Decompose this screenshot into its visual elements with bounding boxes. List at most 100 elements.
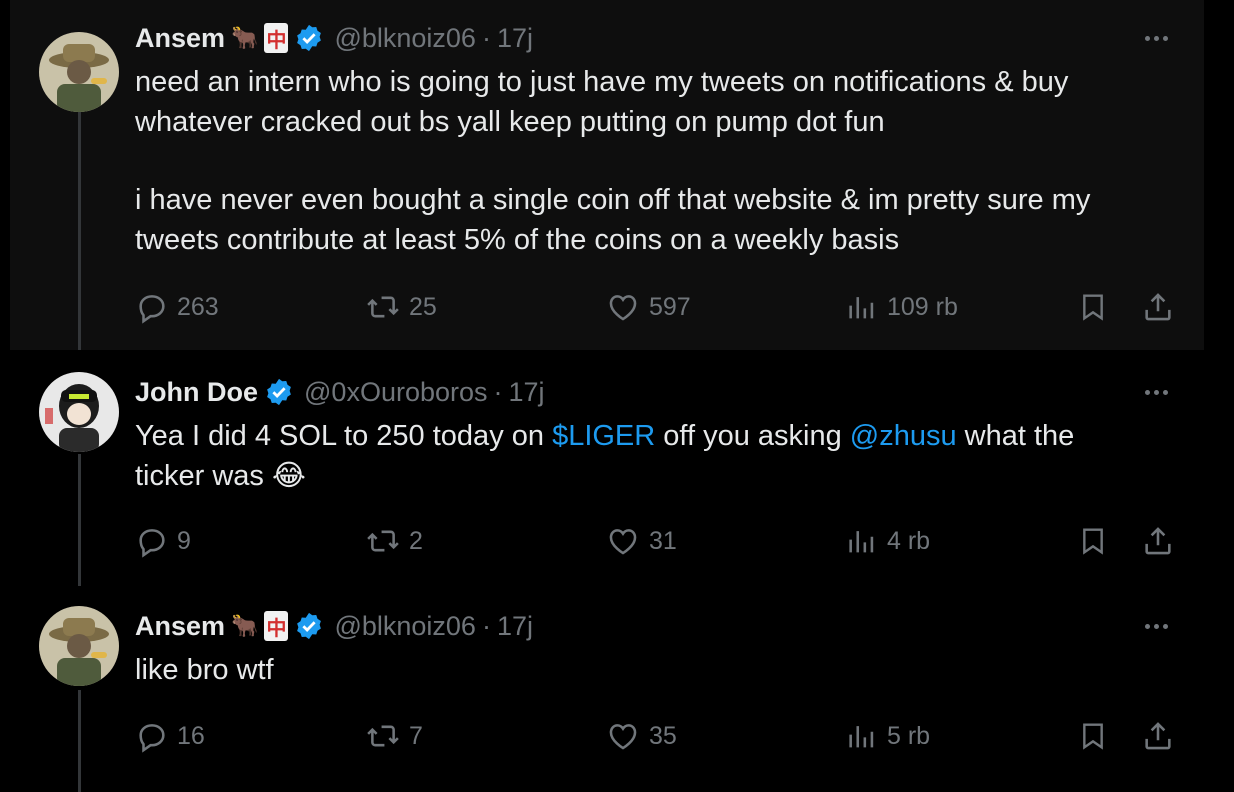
reply-button[interactable]: 263 [135,287,219,327]
like-button[interactable]: 35 [605,716,677,756]
repost-icon [367,296,399,318]
tweet-actions: 16 7 35 5 rb [135,716,1185,756]
views-icon [849,531,874,553]
tweet-header: Ansem 🐂 中 @blknoiz06 · 17j [135,608,533,644]
verified-icon [294,23,324,53]
share-button[interactable] [1141,521,1175,561]
like-icon [609,724,637,750]
repost-count: 25 [409,292,437,321]
repost-count: 7 [409,721,423,750]
views-button[interactable]: 109 rb [845,287,958,327]
mahjong-emoji: 中 [264,611,289,641]
like-count: 35 [649,721,677,750]
reply-count: 16 [177,721,205,750]
verified-icon [294,611,324,641]
text-segment: Yea I did 4 SOL to 250 today on [135,420,553,452]
views-count: 4 rb [887,526,931,555]
bookmark-button[interactable] [1077,287,1109,327]
cashtag-link[interactable]: $LIGER [552,420,655,452]
conversation-thread: Ansem 🐂 中 @blknoiz06 · 17j need an inter… [10,0,1204,792]
laughing-emoji: 😂 [271,460,306,492]
timestamp[interactable]: 17j [509,377,545,408]
share-button[interactable] [1141,287,1175,327]
like-icon [609,529,637,555]
avatar[interactable] [39,372,119,452]
like-count: 597 [649,292,691,321]
reply-button[interactable]: 16 [135,716,205,756]
repost-icon [367,530,399,552]
reply-icon [139,295,165,324]
repost-icon [367,725,399,747]
repost-button[interactable]: 2 [365,521,423,561]
author-name[interactable]: John Doe [135,377,258,408]
thread-line [78,690,81,792]
views-count: 5 rb [887,721,931,750]
tweet-header: John Doe @0xOuroboros · 17j [135,374,545,410]
share-icon [1145,527,1171,555]
separator: · [481,22,491,53]
bookmark-icon [1083,723,1103,750]
tweet[interactable]: Ansem 🐂 中 @blknoiz06 · 17j like bro wtf … [10,586,1204,792]
like-button[interactable]: 31 [605,521,677,561]
tweet-text: Yea I did 4 SOL to 250 today on $LIGER o… [135,416,1175,496]
tweet-actions: 263 25 597 109 rb [135,287,1185,327]
text-segment: what the [956,420,1075,452]
separator: · [493,376,503,407]
tweet-line: i have never even bought a single coin o… [135,184,1091,216]
views-button[interactable]: 4 rb [845,521,930,561]
bookmark-icon [1083,294,1103,321]
like-button[interactable]: 597 [605,287,691,327]
reply-count: 9 [177,526,191,555]
repost-button[interactable]: 25 [365,287,437,327]
avatar[interactable] [39,32,119,112]
tweet[interactable]: John Doe @0xOuroboros · 17j Yea I did 4 … [10,350,1204,586]
tweet-line: need an intern who is going to just have… [135,66,1069,98]
tweet-line: like bro wtf [135,654,274,686]
share-icon [1145,722,1171,750]
tweet-line: Yea I did 4 SOL to 250 today on $LIGER o… [135,416,1175,456]
like-count: 31 [649,526,677,555]
ox-emoji: 🐂 [231,613,259,638]
more-icon[interactable] [1138,614,1174,638]
tweet-text: need an intern who is going to just have… [135,62,1175,260]
verified-icon [264,377,294,407]
share-button[interactable] [1141,716,1175,756]
author-name[interactable]: Ansem [135,23,225,54]
repost-button[interactable]: 7 [365,716,423,756]
tweet-line: ticker was 😂 [135,456,1175,496]
tweet-text: like bro wtf [135,650,1175,690]
bookmark-icon [1083,528,1103,555]
bookmark-button[interactable] [1077,716,1109,756]
views-button[interactable]: 5 rb [845,716,930,756]
text-segment: ticker was [135,460,264,492]
share-icon [1145,293,1171,321]
views-icon [849,297,874,319]
reply-count: 263 [177,292,219,321]
author-name[interactable]: Ansem [135,611,225,642]
mention-link[interactable]: @zhusu [850,420,957,452]
bookmark-button[interactable] [1077,521,1109,561]
separator: · [481,610,491,641]
tweet-actions: 9 2 31 4 rb [135,521,1185,561]
text-segment: off you asking [655,420,850,452]
tweet-line: whatever cracked out bs yall keep puttin… [135,106,885,138]
author-handle[interactable]: @blknoiz06 [334,23,476,54]
timestamp[interactable]: 17j [497,611,533,642]
reply-button[interactable]: 9 [135,521,191,561]
more-icon[interactable] [1138,26,1174,50]
tweet-line: tweets contribute at least 5% of the coi… [135,224,900,256]
thread-line [78,454,81,586]
reply-icon [139,724,165,753]
thread-line [78,106,81,350]
more-icon[interactable] [1138,380,1174,404]
author-handle[interactable]: @blknoiz06 [334,611,476,642]
avatar[interactable] [39,606,119,686]
tweet-header: Ansem 🐂 中 @blknoiz06 · 17j [135,20,533,56]
timestamp[interactable]: 17j [497,23,533,54]
repost-count: 2 [409,526,423,555]
author-handle[interactable]: @0xOuroboros [304,377,488,408]
like-icon [609,295,637,321]
reply-icon [139,529,165,558]
tweet[interactable]: Ansem 🐂 中 @blknoiz06 · 17j need an inter… [10,0,1204,350]
views-count: 109 rb [887,292,958,321]
